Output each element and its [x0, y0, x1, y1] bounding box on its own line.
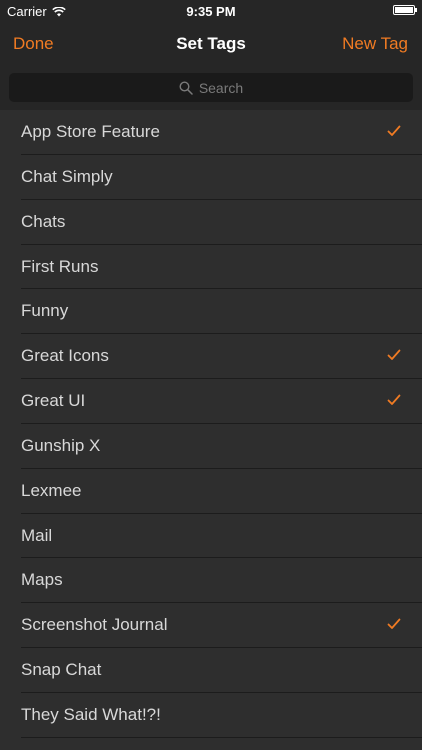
checkmark-icon [387, 618, 401, 630]
search-placeholder: Search [198, 79, 244, 96]
tag-label: App Store Feature [21, 122, 160, 141]
tag-label: Chat Simply [21, 166, 113, 186]
tag-row[interactable]: Screenshot Journal [0, 603, 422, 649]
status-time: 9:35 PM [186, 4, 236, 19]
tag-label: Lexmee [21, 480, 82, 500]
tag-row[interactable]: Lexmee [0, 469, 422, 514]
tag-label: Maps [21, 570, 63, 590]
tag-row[interactable]: They Said What!?! [0, 693, 422, 738]
tag-label: Mail [21, 525, 53, 545]
tag-list: App Store Feature Chat Simply Chats First R… [0, 110, 422, 738]
battery-icon [393, 5, 417, 15]
search-input[interactable]: Search [9, 73, 413, 102]
tag-row[interactable]: Mail [0, 514, 422, 559]
row-separator [21, 736, 422, 738]
tag-row[interactable]: Chats [0, 200, 422, 245]
tag-row[interactable]: Chat Simply [0, 155, 422, 200]
tag-label: Snap Chat [21, 660, 102, 680]
tag-label: Great Icons [21, 346, 109, 366]
tag-row[interactable]: App Store Feature [0, 110, 422, 155]
tag-row[interactable]: Funny [0, 289, 422, 335]
tag-label: First Runs [21, 256, 99, 276]
tag-row[interactable]: Maps [0, 558, 422, 604]
tag-row[interactable]: Gunship X [0, 424, 422, 469]
tag-row[interactable]: Great UI [0, 379, 422, 424]
checkmark-icon [387, 349, 401, 361]
status-bar: Carrier 9:35 PM [0, 0, 422, 22]
tag-label: They Said What!?! [21, 704, 161, 724]
tag-label: Funny [21, 301, 69, 321]
tag-label: Great UI [21, 391, 86, 411]
new-tag-button[interactable]: New Tag [342, 34, 408, 54]
search-bar: Search [0, 66, 422, 110]
navigation-bar: Done Set Tags New Tag [0, 22, 422, 66]
tag-row[interactable]: First Runs [0, 245, 422, 290]
checkmark-icon [387, 125, 401, 136]
tag-label: Chats [21, 211, 66, 231]
search-icon [179, 80, 193, 95]
checkmark-icon [387, 394, 401, 405]
tag-label: Screenshot Journal [21, 615, 168, 635]
tag-row[interactable]: Snap Chat [0, 648, 422, 693]
tag-label: Gunship X [21, 435, 101, 455]
tag-row[interactable]: Great Icons [0, 334, 422, 380]
